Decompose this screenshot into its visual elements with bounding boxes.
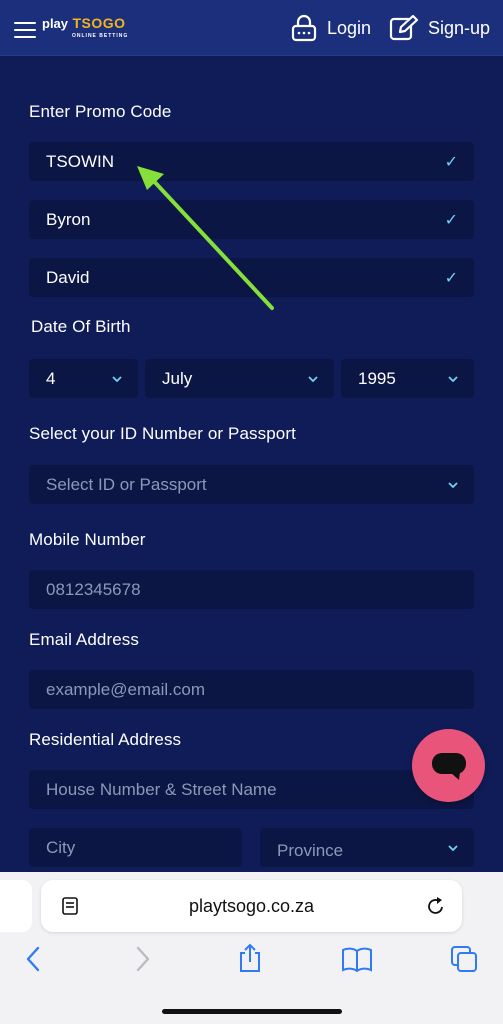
chevron-down-icon — [448, 375, 458, 382]
signup-label: Sign-up — [428, 17, 491, 38]
dob-month-value: July — [162, 368, 193, 388]
check-icon: ✓ — [444, 269, 458, 287]
mobile-number-input[interactable]: 0812345678 — [29, 570, 474, 609]
url-text: playtsogo.co.za — [188, 896, 315, 916]
email-placeholder: example@email.com — [46, 679, 205, 699]
id-type-select[interactable]: Select ID or Passport — [29, 465, 474, 504]
mobile-number-placeholder: 0812345678 — [46, 579, 141, 599]
chat-icon — [431, 752, 466, 780]
dob-day-select[interactable]: 4 — [29, 359, 138, 398]
app-header: play TSOGO ONLINE BETTING Login Sign-up — [0, 0, 503, 56]
chevron-down-icon — [448, 481, 458, 488]
hamburger-icon[interactable] — [14, 22, 36, 38]
tabs-icon[interactable] — [450, 945, 478, 973]
first-name-value: Byron — [46, 209, 91, 229]
dob-year-value: 1995 — [358, 368, 396, 388]
city-placeholder: City — [46, 837, 76, 857]
dob-label: Date Of Birth — [31, 317, 131, 336]
login-button[interactable]: Login — [289, 12, 371, 44]
chevron-down-icon — [112, 375, 122, 382]
browser-toolbar: playtsogo.co.za — [0, 872, 503, 1024]
home-indicator — [162, 1009, 342, 1014]
dob-year-select[interactable]: 1995 — [341, 359, 474, 398]
login-label: Login — [327, 17, 372, 38]
promo-code-label: Enter Promo Code — [29, 102, 172, 121]
signup-button[interactable]: Sign-up — [388, 12, 490, 44]
logo-sub-text: ONLINE BETTING — [72, 33, 129, 39]
chevron-down-icon — [308, 375, 318, 382]
check-icon: ✓ — [444, 211, 458, 229]
last-name-input[interactable]: David ✓ — [29, 258, 474, 297]
last-name-value: David — [46, 267, 90, 287]
first-name-input[interactable]: Byron ✓ — [29, 200, 474, 239]
reload-icon[interactable] — [426, 895, 446, 917]
previous-tab-preview[interactable] — [0, 880, 32, 932]
province-select[interactable]: Province — [260, 828, 474, 867]
email-label: Email Address — [29, 630, 139, 649]
bookmarks-icon[interactable] — [341, 945, 373, 973]
address-bar[interactable]: playtsogo.co.za — [41, 880, 462, 932]
logo-brand-text: TSOGO — [72, 15, 126, 31]
id-type-placeholder: Select ID or Passport — [46, 474, 207, 494]
residential-address-label: Residential Address — [29, 730, 182, 749]
street-address-placeholder: House Number & Street Name — [46, 779, 277, 799]
lock-icon — [291, 14, 317, 42]
check-icon: ✓ — [444, 153, 458, 171]
province-placeholder: Province — [277, 840, 344, 860]
chevron-down-icon — [448, 844, 458, 851]
promo-code-input[interactable]: TSOWIN ✓ — [29, 142, 474, 181]
back-icon[interactable] — [23, 945, 43, 973]
email-input[interactable]: example@email.com — [29, 670, 474, 709]
dob-day-value: 4 — [46, 368, 56, 388]
chat-button[interactable] — [412, 729, 485, 802]
street-address-input[interactable]: House Number & Street Name — [29, 770, 474, 809]
id-type-label: Select your ID Number or Passport — [29, 424, 296, 443]
edit-icon — [389, 14, 419, 41]
playtsogo-logo[interactable]: play TSOGO ONLINE BETTING — [42, 16, 128, 39]
forward-icon[interactable] — [133, 945, 153, 973]
share-icon[interactable] — [236, 942, 264, 974]
logo-play-text: play — [42, 16, 69, 31]
city-input[interactable]: City — [29, 828, 242, 867]
promo-code-value: TSOWIN — [46, 151, 114, 171]
dob-month-select[interactable]: July — [145, 359, 334, 398]
mobile-number-label: Mobile Number — [29, 530, 146, 549]
